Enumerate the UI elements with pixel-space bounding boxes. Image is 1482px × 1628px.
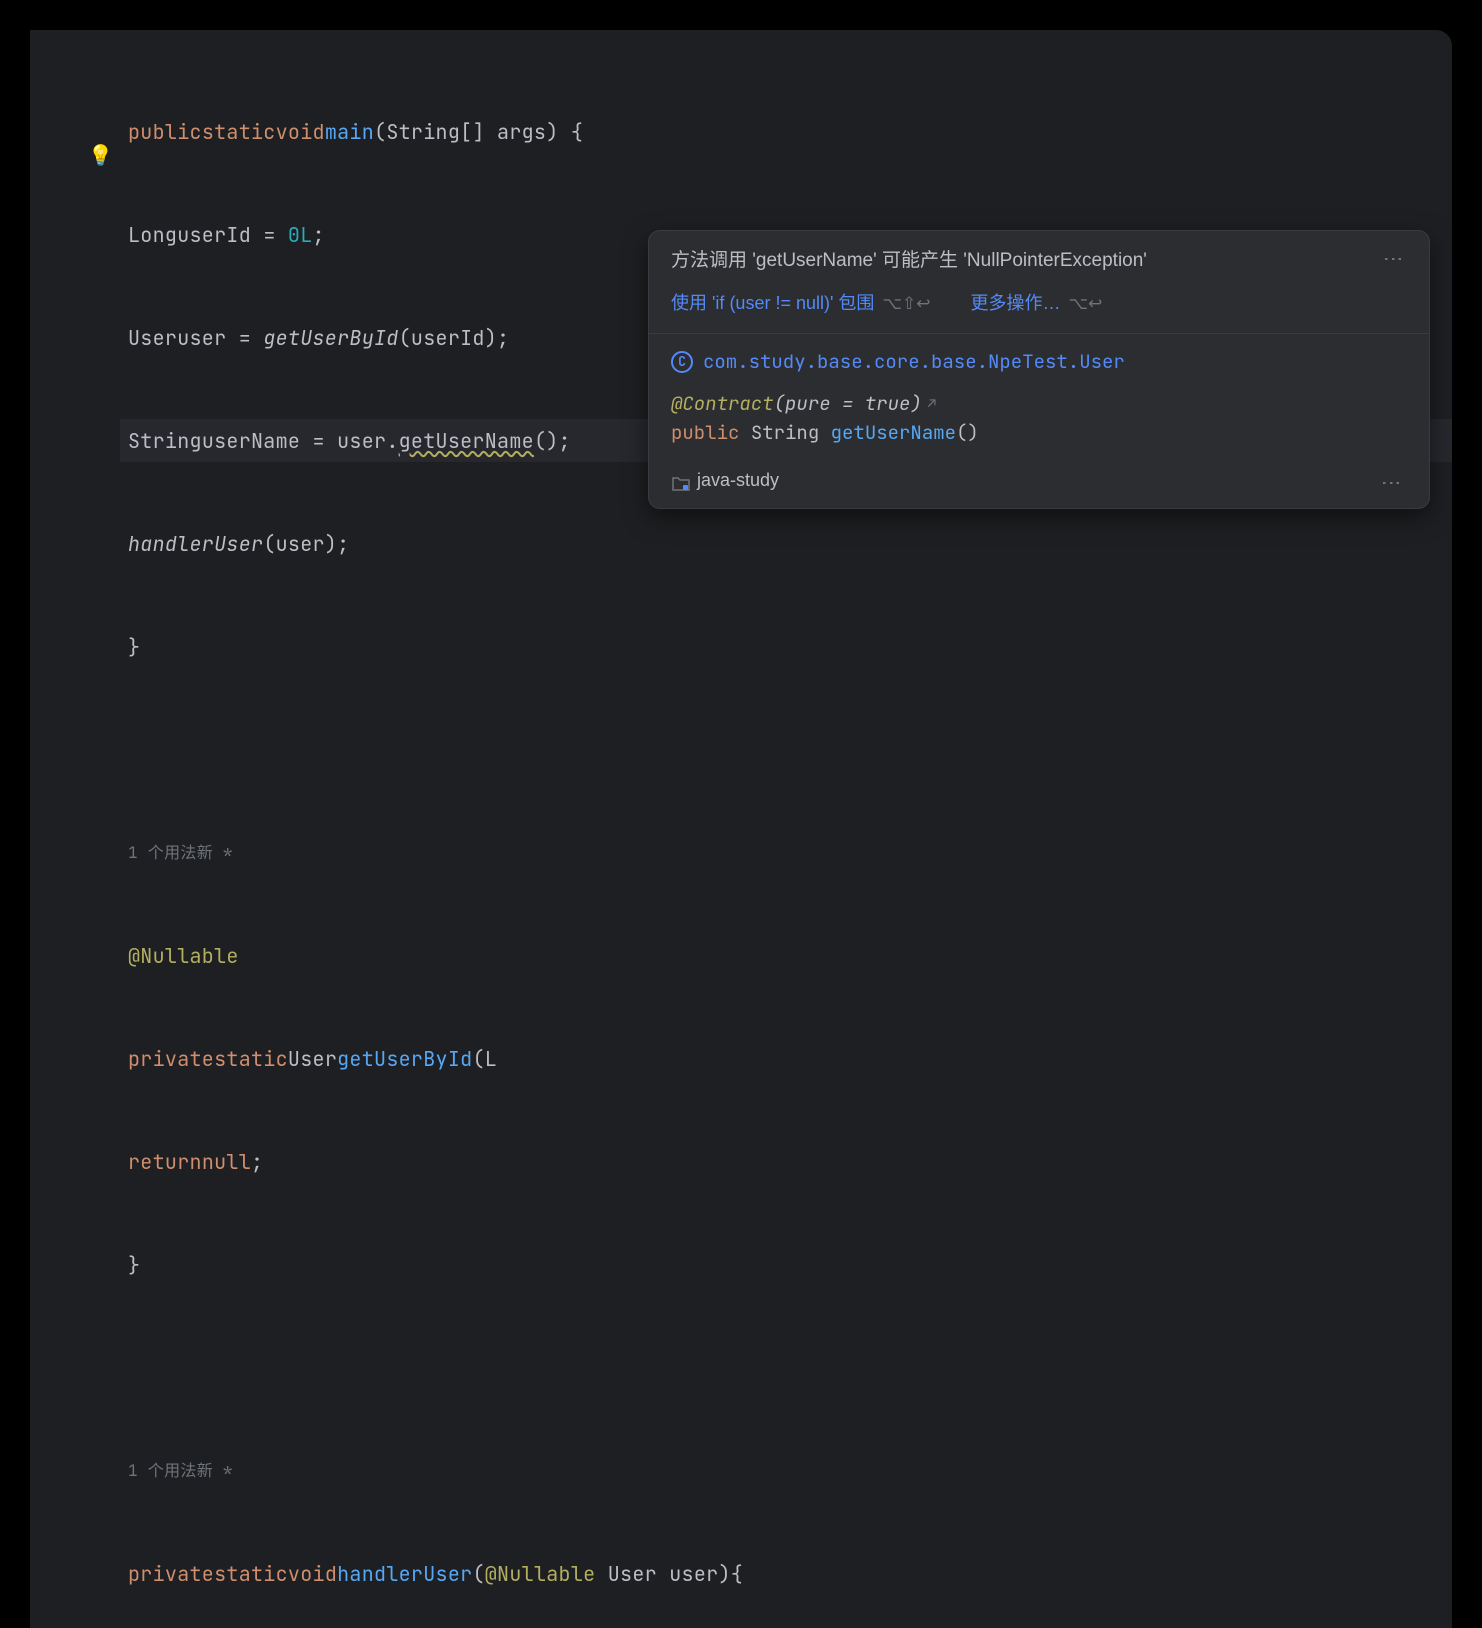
more-options-icon[interactable]: ⋮ xyxy=(1379,249,1409,265)
type: String xyxy=(128,426,202,456)
method-decl: getUserById xyxy=(337,1044,472,1074)
warning-method: getUserName xyxy=(399,426,534,456)
method-signature: getUserName xyxy=(831,420,956,445)
variable: userId xyxy=(177,220,251,250)
code-line: } xyxy=(128,1243,1452,1286)
external-link-icon[interactable]: ↗ xyxy=(928,394,936,415)
method-call: getUserById xyxy=(263,323,398,353)
value: true xyxy=(865,391,911,416)
code-editor[interactable]: 💡 public static void main(String[] args)… xyxy=(30,30,1452,1628)
shortcut-hint: ⌥↩ xyxy=(1069,294,1103,313)
method-call: handlerUser xyxy=(128,529,263,559)
type: User xyxy=(128,323,177,353)
code-line: private static void handlerUser(@Nullabl… xyxy=(128,1552,1452,1595)
quick-fix-link[interactable]: 使用 'if (user != null)' 包围 xyxy=(671,293,874,313)
keyword: private xyxy=(128,1044,214,1074)
keyword: static xyxy=(214,1559,288,1589)
code-line: @Nullable xyxy=(128,934,1452,977)
code-line: handlerUser(user); xyxy=(128,522,1452,565)
annotation: @Nullable xyxy=(128,941,239,971)
blank-line xyxy=(128,1346,1452,1389)
keyword: return xyxy=(128,1147,202,1177)
lightbulb-icon[interactable]: 💡 xyxy=(88,140,113,170)
keyword: static xyxy=(202,117,276,147)
method: main xyxy=(325,117,374,147)
code-line: public static void main(String[] args) { xyxy=(128,110,1452,153)
code-line: return null; xyxy=(128,1140,1452,1183)
usage-hint[interactable]: 1 个用法 新 * xyxy=(128,831,1452,874)
annotation: @Contract xyxy=(671,391,774,416)
keyword: void xyxy=(276,117,325,147)
usage-hint[interactable]: 1 个用法 新 * xyxy=(128,1449,1452,1492)
type: Long xyxy=(128,220,177,250)
class-path-link[interactable]: com.study.base.core.base.NpeTest.User xyxy=(703,348,1125,377)
keyword: public xyxy=(671,420,739,445)
keyword: public xyxy=(128,117,202,147)
variable: userName xyxy=(202,426,300,456)
shortcut-hint: ⌥⇧↩ xyxy=(882,294,930,313)
blank-line xyxy=(128,728,1452,771)
class-icon: C xyxy=(671,351,693,373)
variable: user xyxy=(177,323,226,353)
inspection-tooltip: 方法调用 'getUserName' 可能产生 'NullPointerExce… xyxy=(648,230,1430,509)
module-icon xyxy=(671,474,689,488)
params: (String[] args) { xyxy=(374,117,583,147)
keyword: static xyxy=(214,1044,288,1074)
annotation: @Nullable xyxy=(485,1559,596,1589)
type: String xyxy=(751,420,819,445)
more-options-icon[interactable]: ⋮ xyxy=(1377,473,1407,489)
param: pure xyxy=(785,391,831,416)
gutter: 💡 xyxy=(30,30,120,1628)
type: User xyxy=(288,1044,337,1074)
module-name: java-study xyxy=(697,467,779,494)
more-actions-link[interactable]: 更多操作… xyxy=(971,293,1061,313)
keyword: null xyxy=(202,1147,251,1177)
code-line: } xyxy=(128,625,1452,668)
code-line: private static User getUserById(L xyxy=(128,1037,1452,1080)
method-decl: handlerUser xyxy=(337,1559,472,1589)
keyword: private xyxy=(128,1559,214,1589)
keyword: void xyxy=(288,1559,337,1589)
number: 0L xyxy=(288,220,313,250)
tooltip-message: 方法调用 'getUserName' 可能产生 'NullPointerExce… xyxy=(671,247,1407,276)
